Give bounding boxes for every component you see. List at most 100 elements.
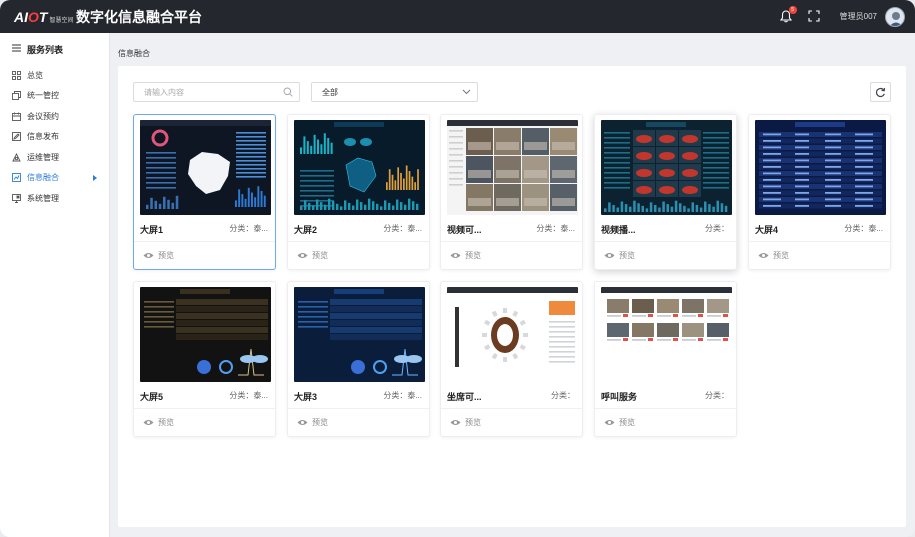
card-title: 大屏5: [140, 392, 164, 402]
card-divider: [749, 241, 890, 242]
screen-card[interactable]: 呼叫服务 分类： 预览: [594, 281, 737, 437]
card-category: 分类：: [551, 391, 575, 400]
notification-badge: 5: [788, 5, 797, 14]
screen-card[interactable]: 坐席可... 分类： 预览: [440, 281, 583, 437]
chevron-down-icon: [462, 88, 471, 97]
card-thumbnail[interactable]: [601, 120, 732, 215]
notification-bell-icon[interactable]: 5: [778, 5, 797, 25]
card-thumbnail[interactable]: [447, 287, 578, 382]
calendar-icon: [12, 112, 21, 121]
username[interactable]: 管理员007: [840, 11, 877, 22]
eye-icon: [143, 253, 154, 258]
card-thumbnail[interactable]: [294, 120, 425, 215]
preview-button[interactable]: 预览: [297, 250, 328, 261]
preview-button[interactable]: 预览: [143, 417, 174, 428]
refresh-button[interactable]: [870, 82, 891, 102]
search-box[interactable]: [133, 82, 300, 102]
card-thumbnail[interactable]: [140, 120, 271, 215]
eye-icon: [758, 253, 769, 258]
card-thumbnail[interactable]: [601, 287, 732, 382]
screen-card[interactable]: 大屏3 分类：泰... 预览: [287, 281, 430, 437]
card-thumbnail[interactable]: [294, 287, 425, 382]
monitor-icon: [12, 193, 21, 203]
preview-label: 预览: [619, 251, 635, 260]
card-category: 分类：泰...: [536, 224, 575, 233]
preview-label: 预览: [465, 251, 481, 260]
screen-card[interactable]: 大屏5 分类：泰... 预览: [133, 281, 276, 437]
card-divider: [134, 408, 275, 409]
card-category: 分类：泰...: [383, 391, 422, 400]
preview-button[interactable]: 预览: [297, 417, 328, 428]
eye-icon: [604, 253, 615, 258]
sidebar-item-label: 信息融合: [27, 173, 59, 183]
edit-icon: [12, 132, 21, 142]
eye-icon: [450, 253, 461, 258]
tools-icon: [12, 152, 21, 162]
card-category: 分类：泰...: [383, 224, 422, 233]
card-thumbnail[interactable]: [755, 120, 886, 215]
card-title: 坐席可...: [447, 392, 482, 402]
fullscreen-icon[interactable]: [808, 9, 822, 24]
card-divider: [288, 241, 429, 242]
card-thumbnail[interactable]: [447, 120, 578, 215]
screen-card[interactable]: 视频可... 分类：泰... 预览: [440, 114, 583, 270]
sidebar-item-label: 会议预约: [27, 111, 59, 121]
preview-label: 预览: [619, 418, 635, 427]
category-select[interactable]: 全部: [311, 82, 478, 102]
app-window: AIOT 智慧空间 数字化信息融合平台 5 管理员007 服务列表 总览 统一管…: [0, 0, 915, 537]
preview-button[interactable]: 预览: [450, 417, 481, 428]
top-bar: AIOT 智慧空间 数字化信息融合平台 5 管理员007: [0, 0, 915, 33]
card-title: 呼叫服务: [601, 392, 638, 402]
sidebar-item-label: 统一管控: [27, 91, 59, 101]
screen-card[interactable]: 视频播... 分类： 预览: [594, 114, 737, 270]
card-title: 视频播...: [601, 225, 636, 235]
sidebar-header: 服务列表: [0, 33, 109, 65]
sidebar-item-3[interactable]: 会议预约: [0, 106, 109, 127]
category-select-value: 全部: [322, 87, 338, 97]
card-title: 大屏1: [140, 225, 164, 235]
eye-icon: [604, 420, 615, 425]
sidebar-item-5[interactable]: 运维管理: [0, 147, 109, 168]
brand-logo: AIOT 智慧空间: [14, 8, 74, 25]
copy-icon: [12, 91, 21, 101]
sidebar-item-label: 运维管理: [27, 152, 59, 162]
card-category: 分类：泰...: [844, 224, 883, 233]
sidebar-item-1[interactable]: 总览: [0, 65, 109, 86]
preview-label: 预览: [312, 251, 328, 260]
eye-icon: [450, 420, 461, 425]
card-category: 分类：: [705, 224, 729, 233]
card-category: 分类：泰...: [229, 391, 268, 400]
sidebar-item-7[interactable]: 系统管理: [0, 188, 109, 209]
preview-button[interactable]: 预览: [758, 250, 789, 261]
search-input[interactable]: [144, 87, 274, 97]
screen-card[interactable]: 大屏1 分类：泰... 预览: [133, 114, 276, 270]
refresh-icon: [875, 87, 886, 97]
menu-icon[interactable]: [12, 44, 21, 54]
sidebar-item-2[interactable]: 统一管控: [0, 86, 109, 107]
preview-button[interactable]: 预览: [604, 417, 635, 428]
fusion-icon: [12, 173, 21, 183]
screen-card[interactable]: 大屏2 分类：泰... 预览: [287, 114, 430, 270]
search-icon[interactable]: [283, 87, 293, 99]
card-divider: [441, 408, 582, 409]
app-title: 数字化信息融合平台: [76, 8, 202, 25]
sidebar-item-6[interactable]: 信息融合: [0, 168, 109, 189]
user-avatar[interactable]: [885, 6, 905, 27]
preview-button[interactable]: 预览: [604, 250, 635, 261]
card-divider: [288, 408, 429, 409]
card-divider: [134, 241, 275, 242]
card-category: 分类：: [705, 391, 729, 400]
sidebar-item-4[interactable]: 信息发布: [0, 127, 109, 148]
card-divider: [441, 241, 582, 242]
card-thumbnail[interactable]: [140, 287, 271, 382]
sidebar: 服务列表 总览统一管控会议预约信息发布运维管理信息融合系统管理: [0, 33, 110, 537]
preview-button[interactable]: 预览: [450, 250, 481, 261]
grid-icon: [12, 70, 21, 80]
eye-icon: [143, 420, 154, 425]
preview-button[interactable]: 预览: [143, 250, 174, 261]
preview-label: 预览: [312, 418, 328, 427]
eye-icon: [297, 420, 308, 425]
screen-card[interactable]: 大屏4 分类：泰... 预览: [748, 114, 891, 270]
breadcrumb: 信息融合: [118, 49, 150, 58]
card-divider: [595, 408, 736, 409]
